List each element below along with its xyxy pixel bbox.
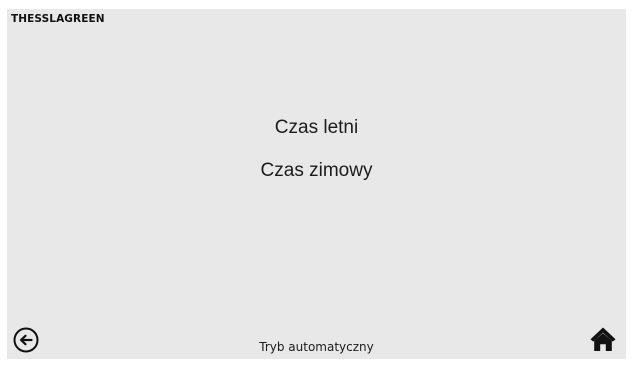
menu-item-summer-time[interactable]: Czas letni [7,117,626,139]
brand-logo: THESSLAGREEN [11,13,105,25]
screen: THESSLAGREEN Czas letni Czas zimowy Tryb… [7,9,626,359]
home-button[interactable] [589,325,617,353]
menu-item-winter-time[interactable]: Czas zimowy [7,160,626,182]
home-icon [590,327,616,351]
mode-status-label: Tryb automatyczny [259,340,374,354]
